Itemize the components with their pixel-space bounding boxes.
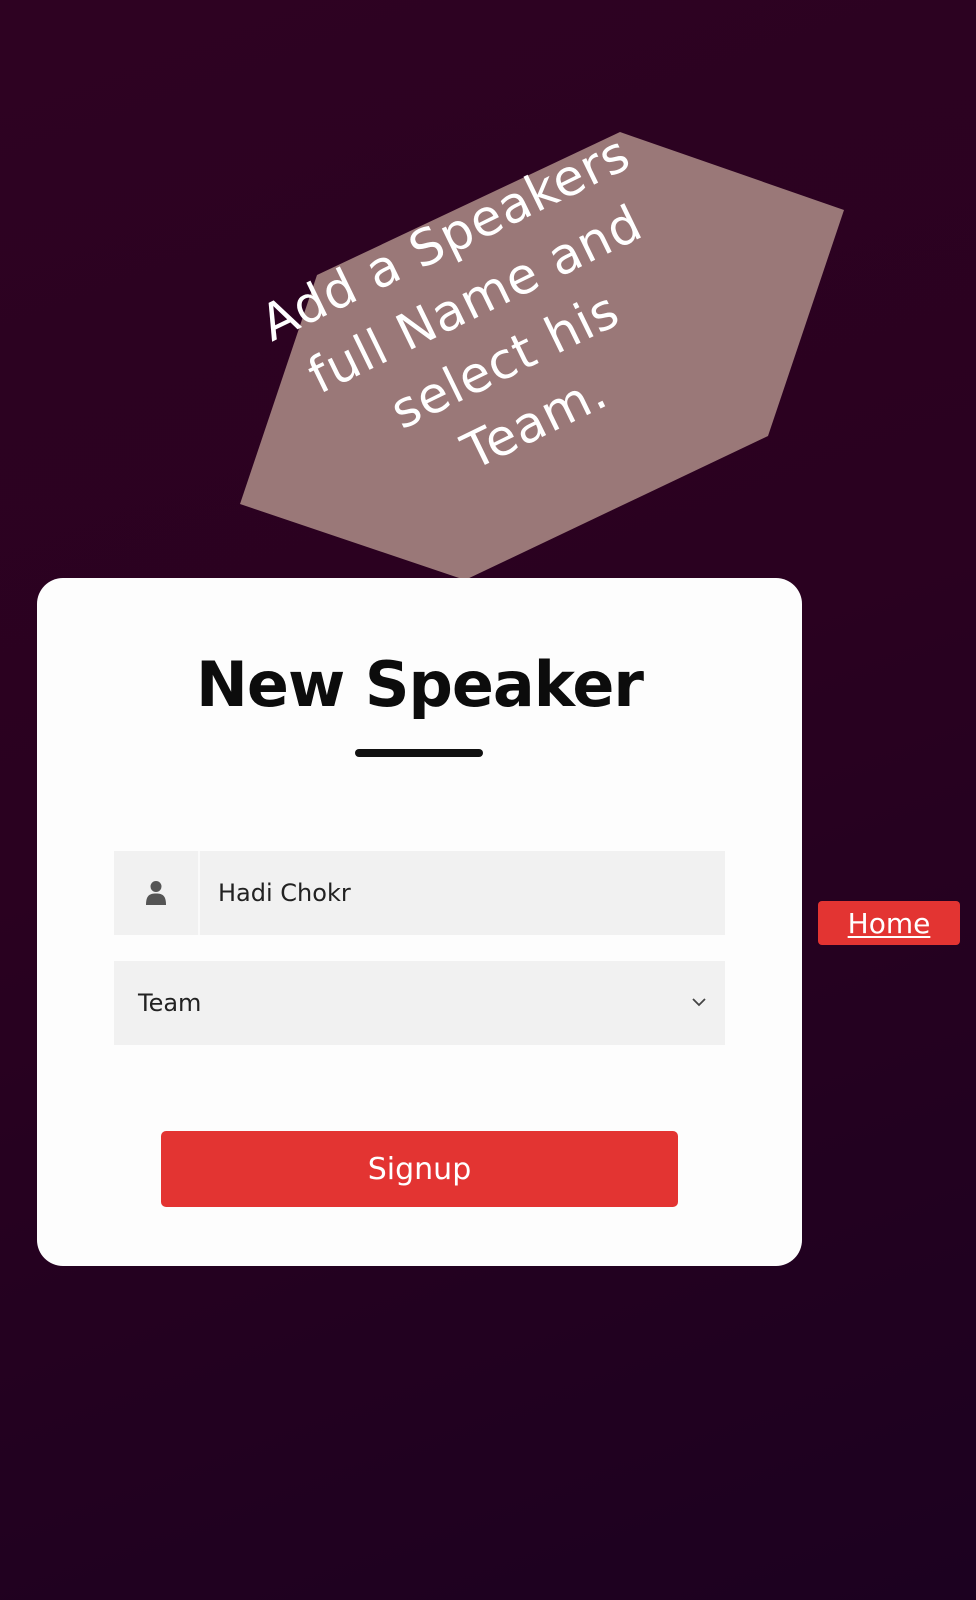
new-speaker-form-card: New Speaker Team Signup <box>37 578 802 1266</box>
page-title: New Speaker <box>196 648 644 721</box>
speaker-name-input[interactable] <box>200 850 725 936</box>
home-link-button[interactable]: Home <box>818 901 960 945</box>
user-icon <box>114 851 200 935</box>
instruction-callout: Add a Speakers full Name and select his … <box>0 0 976 600</box>
chevron-down-icon <box>691 994 707 1012</box>
title-underline <box>355 749 483 757</box>
team-select[interactable]: Team <box>114 961 725 1045</box>
speaker-name-field[interactable] <box>114 850 725 936</box>
team-select-value: Team <box>138 989 202 1017</box>
signup-button[interactable]: Signup <box>161 1131 678 1207</box>
